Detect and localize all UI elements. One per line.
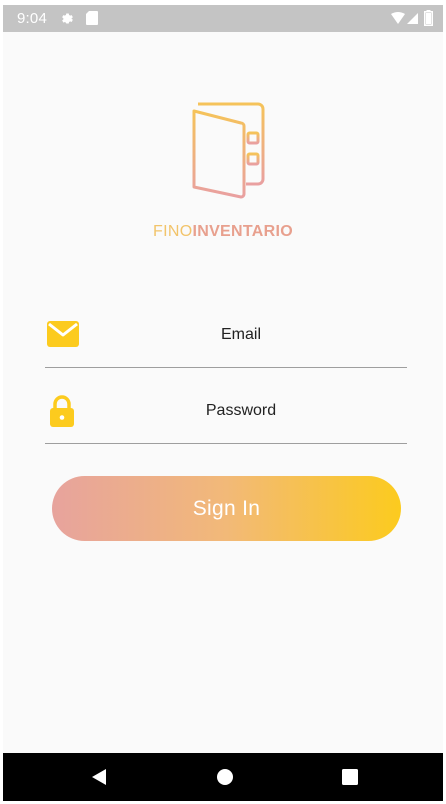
password-field[interactable] (89, 395, 393, 427)
mail-icon (47, 321, 79, 347)
signal-icon (407, 13, 418, 24)
sd-card-icon (86, 11, 98, 25)
home-icon[interactable] (217, 769, 233, 785)
email-field[interactable] (89, 319, 393, 351)
wifi-icon (391, 12, 405, 24)
password-field-row (45, 393, 407, 444)
app-name-light: FINO (153, 223, 193, 240)
lock-icon (50, 395, 74, 427)
navigation-bar (3, 753, 443, 801)
battery-icon (424, 10, 433, 26)
recents-icon[interactable] (342, 769, 358, 785)
sign-in-button[interactable]: Sign In (52, 476, 401, 541)
email-field-row (45, 317, 407, 368)
status-time: 9:04 (17, 10, 47, 27)
gear-icon (62, 13, 73, 24)
app-name-bold: INVENTARIO (192, 223, 293, 240)
wallet-icon (192, 102, 265, 199)
status-bar: 9:04 (3, 5, 443, 32)
back-icon[interactable] (91, 768, 107, 786)
app-name: FINOINVENTARIO (3, 223, 443, 241)
app-screen: 9:04 FINOINVENTARIO Email Sign In (3, 5, 443, 801)
